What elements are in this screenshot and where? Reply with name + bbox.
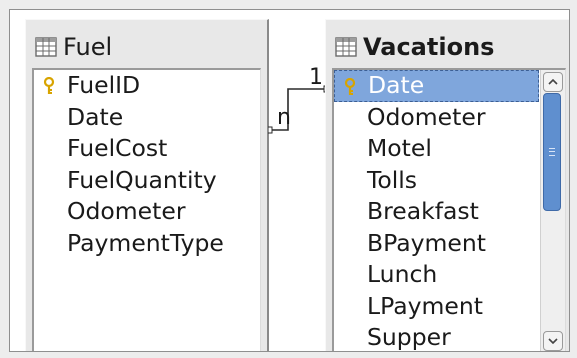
- field-item-date[interactable]: Date: [34, 102, 260, 134]
- field-label: FuelQuantity: [67, 165, 217, 194]
- field-label: Supper: [367, 323, 451, 351]
- field-item-date[interactable]: Date: [334, 70, 539, 102]
- chevron-down-icon: [548, 338, 558, 344]
- table-window-vacations[interactable]: Vacations Date Odometer Motel Tolls Brea…: [325, 19, 569, 351]
- scroll-thumb[interactable]: [543, 93, 561, 211]
- scroll-up-button[interactable]: [543, 72, 563, 92]
- field-item-supper[interactable]: Supper: [334, 322, 565, 351]
- field-item-lpayment[interactable]: LPayment: [334, 291, 565, 323]
- field-item-motel[interactable]: Motel: [334, 133, 565, 165]
- field-item-bpayment[interactable]: BPayment: [334, 228, 565, 260]
- field-item-odometer[interactable]: Odometer: [34, 196, 260, 228]
- table-name: Vacations: [363, 33, 495, 61]
- field-label: Motel: [367, 134, 432, 162]
- field-item-breakfast[interactable]: Breakfast: [334, 196, 565, 228]
- field-label: Date: [67, 102, 124, 131]
- field-item-paymenttype[interactable]: PaymentType: [34, 228, 260, 260]
- table-name: Fuel: [63, 33, 113, 61]
- field-label: Odometer: [67, 197, 186, 225]
- field-label: LPayment: [367, 291, 483, 320]
- many-cardinality-label: n: [277, 105, 291, 130]
- field-label: Date: [368, 71, 425, 99]
- field-label: PaymentType: [67, 228, 224, 257]
- primary-key-icon: [43, 77, 55, 94]
- table-title-bar[interactable]: Vacations: [335, 30, 564, 64]
- field-item-fuelquantity[interactable]: FuelQuantity: [34, 165, 260, 197]
- field-label: FuelCost: [67, 134, 168, 162]
- field-list[interactable]: Date Odometer Motel Tolls Breakfast BPay…: [332, 68, 566, 351]
- field-label: Breakfast: [367, 197, 479, 225]
- vertical-scrollbar[interactable]: [540, 70, 565, 351]
- scroll-down-button[interactable]: [543, 331, 563, 351]
- field-item-lunch[interactable]: Lunch: [334, 259, 565, 291]
- table-title-bar[interactable]: Fuel: [35, 30, 261, 64]
- table-icon: [35, 37, 57, 57]
- field-label: Tolls: [367, 165, 418, 194]
- relationship-line[interactable]: n 1: [268, 65, 328, 145]
- grip-icon: [549, 148, 555, 156]
- field-item-tolls[interactable]: Tolls: [334, 165, 565, 197]
- field-list[interactable]: FuelID Date FuelCost FuelQuantity Odomet…: [32, 68, 261, 351]
- field-item-odometer[interactable]: Odometer: [334, 102, 565, 134]
- chevron-up-icon: [548, 79, 558, 85]
- field-label: FuelID: [67, 71, 141, 99]
- table-window-fuel[interactable]: Fuel FuelID Date FuelCost FuelQuantity O…: [25, 19, 269, 351]
- field-label: Odometer: [367, 102, 486, 131]
- field-label: Lunch: [367, 260, 438, 288]
- primary-key-icon: [344, 78, 356, 95]
- field-item-fuelcost[interactable]: FuelCost: [34, 133, 260, 165]
- one-cardinality-label: 1: [309, 65, 323, 90]
- field-label: BPayment: [367, 228, 487, 257]
- relation-design-canvas[interactable]: Fuel FuelID Date FuelCost FuelQuantity O…: [9, 9, 570, 352]
- field-item-fuelid[interactable]: FuelID: [34, 70, 260, 102]
- table-icon: [335, 37, 357, 57]
